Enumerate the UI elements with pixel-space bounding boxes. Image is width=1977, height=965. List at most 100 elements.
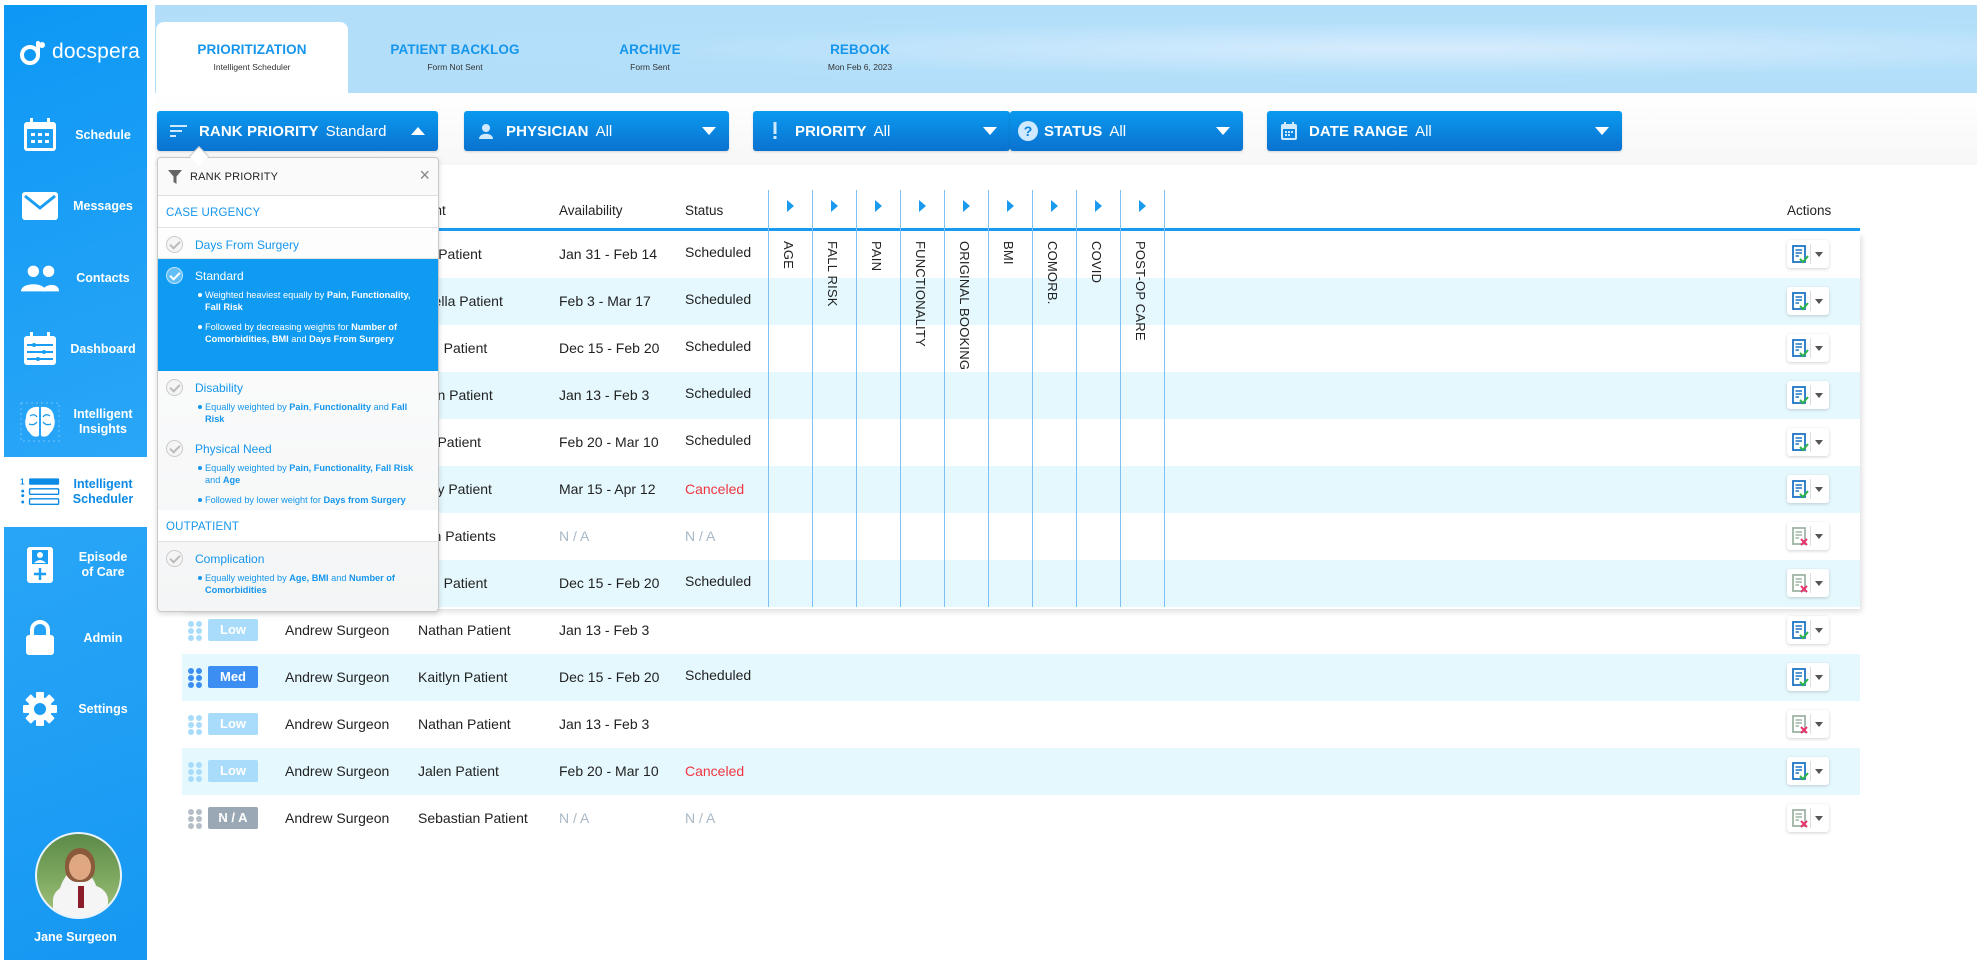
caret-down-icon[interactable] xyxy=(1815,299,1823,304)
tab-rebook[interactable]: REBOOK Mon Feb 6, 2023 xyxy=(780,22,940,93)
caret-right-icon xyxy=(963,200,970,212)
date-range-filter[interactable]: DATE RANGE All xyxy=(1267,111,1622,151)
criteria-expand-toggle[interactable] xyxy=(1120,190,1164,231)
tab-archive[interactable]: ARCHIVE Form Sent xyxy=(570,22,730,93)
patient-cell[interactable]: Nathan Patient xyxy=(418,622,511,638)
option-name: Physical Need xyxy=(195,442,272,456)
criteria-expand-toggle[interactable] xyxy=(944,190,988,231)
table-row[interactable]: Low Andrew Surgeon Nathan Patient Jan 13 - … xyxy=(182,607,1860,654)
filter-value: All xyxy=(1109,122,1127,140)
table-row[interactable]: Med Andrew Surgeon Kaitlyn Patient Dec 15 -… xyxy=(182,654,1860,701)
drag-handle-icon[interactable] xyxy=(188,621,204,641)
sidebar-item-settings[interactable]: Settings xyxy=(4,674,147,744)
caret-down-icon xyxy=(1216,127,1230,135)
row-actions-button[interactable] xyxy=(1787,710,1829,738)
priority-filter[interactable]: PRIORITY All xyxy=(753,111,1010,151)
form-sent-icon xyxy=(1792,292,1809,311)
sidebar-item-contacts[interactable]: Contacts xyxy=(4,243,147,313)
caret-down-icon[interactable] xyxy=(1815,675,1823,680)
sidebar-item-intelligent-insights[interactable]: Intelligent Insights xyxy=(4,387,147,457)
caret-down-icon[interactable] xyxy=(1815,722,1823,727)
close-icon[interactable]: × xyxy=(419,166,430,184)
caret-down-icon[interactable] xyxy=(1815,628,1823,633)
row-actions-button[interactable] xyxy=(1787,381,1829,409)
caret-down-icon[interactable] xyxy=(1815,346,1823,351)
row-actions-button[interactable] xyxy=(1787,475,1829,503)
criteria-expand-toggle[interactable] xyxy=(1076,190,1120,231)
sidebar-item-schedule[interactable]: Schedule xyxy=(4,100,147,170)
criteria-expand-toggle[interactable] xyxy=(1032,190,1076,231)
caret-down-icon[interactable] xyxy=(1815,487,1823,492)
brain-icon xyxy=(20,402,60,442)
patient-cell[interactable]: Nathan Patient xyxy=(418,716,511,732)
rank-option-physical-need[interactable]: Physical Need Equally weighted by Pain, F… xyxy=(158,432,438,510)
criteria-label: FUNCTIONALITY xyxy=(913,241,928,347)
sidebar-item-admin[interactable]: Admin xyxy=(4,603,147,673)
divider xyxy=(1810,479,1811,499)
sidebar-item-dashboard[interactable]: Dashboard xyxy=(4,314,147,384)
sidebar-item-messages[interactable]: Messages xyxy=(4,171,147,241)
caret-down-icon[interactable] xyxy=(1815,769,1823,774)
patient-cell[interactable]: Sebastian Patient xyxy=(418,810,528,826)
criteria-expand-toggle[interactable] xyxy=(768,190,812,231)
row-actions-button[interactable] xyxy=(1787,334,1829,362)
availability-cell: Feb 20 - Mar 10 xyxy=(559,763,659,779)
status-filter[interactable]: ? STATUS All xyxy=(1010,111,1243,151)
caret-down-icon[interactable] xyxy=(1815,581,1823,586)
tab-patient-backlog[interactable]: PATIENT BACKLOG Form Not Sent xyxy=(355,22,555,93)
physician-filter[interactable]: PHYSICIAN All xyxy=(464,111,729,151)
sidebar-item-intelligent-scheduler[interactable]: 1 Intelligent Scheduler xyxy=(4,457,147,527)
rank-option-disability[interactable]: Disability Equally weighted by Pain, Func… xyxy=(158,371,438,432)
caret-down-icon[interactable] xyxy=(1815,440,1823,445)
row-actions-button[interactable] xyxy=(1787,287,1829,315)
rank-priority-filter[interactable]: RANK PRIORITY Standard xyxy=(157,111,438,151)
caret-down-icon[interactable] xyxy=(1815,816,1823,821)
row-actions-button[interactable] xyxy=(1787,240,1829,268)
form-sent-icon xyxy=(1792,339,1809,358)
row-actions-button[interactable] xyxy=(1787,569,1829,597)
calendar-icon xyxy=(1279,121,1299,141)
row-actions-button[interactable] xyxy=(1787,757,1829,785)
caret-down-icon[interactable] xyxy=(1815,393,1823,398)
form-sent-icon xyxy=(1792,668,1809,687)
row-actions-button[interactable] xyxy=(1787,522,1829,550)
rank-option-standard[interactable]: Standard Weighted heaviest equally by Pai… xyxy=(158,259,438,371)
patient-cell[interactable]: Jalen Patient xyxy=(418,763,499,779)
caret-right-icon xyxy=(787,200,794,212)
column-header-availability[interactable]: Availability xyxy=(559,203,623,218)
table-row[interactable]: Low Andrew Surgeon Jalen Patient Feb 20 - M… xyxy=(182,748,1860,795)
row-actions-button[interactable] xyxy=(1787,616,1829,644)
sidebar-item-label: Contacts xyxy=(76,270,130,285)
availability-cell: Dec 15 - Feb 20 xyxy=(559,669,660,685)
criteria-expand-toggle[interactable] xyxy=(900,190,944,231)
criteria-expand-toggle[interactable] xyxy=(812,190,856,231)
filter-value: All xyxy=(1415,122,1432,140)
table-row[interactable]: Low Andrew Surgeon Nathan Patient Jan 13 - … xyxy=(182,701,1860,748)
tab-prioritization[interactable]: PRIORITIZATION Intelligent Scheduler xyxy=(156,22,348,98)
row-actions-button[interactable] xyxy=(1787,663,1829,691)
caret-down-icon[interactable] xyxy=(1815,534,1823,539)
row-actions-button[interactable] xyxy=(1787,804,1829,832)
caret-down-icon[interactable] xyxy=(1815,252,1823,257)
drag-handle-icon[interactable] xyxy=(188,715,204,735)
column-header-status[interactable]: Status xyxy=(685,203,723,218)
patient-cell[interactable]: Kaitlyn Patient xyxy=(418,669,508,685)
criteria-column: PAIN xyxy=(856,231,900,607)
table-row[interactable]: N / A Andrew Surgeon Sebastian Patient N / … xyxy=(182,795,1860,842)
availability-cell: N / A xyxy=(559,528,590,544)
rank-option-days-from-surgery[interactable]: Days From Surgery xyxy=(158,228,438,259)
avatar[interactable] xyxy=(35,832,122,919)
drag-handle-icon[interactable] xyxy=(188,762,204,782)
divider xyxy=(1810,808,1811,828)
criteria-expand-toggle[interactable] xyxy=(856,190,900,231)
sidebar-item-episode-of-care[interactable]: Episode of Care xyxy=(4,530,147,600)
drag-handle-icon[interactable] xyxy=(188,809,204,829)
criteria-divider xyxy=(1164,231,1165,607)
availability-cell: N / A xyxy=(559,810,590,826)
row-actions-button[interactable] xyxy=(1787,428,1829,456)
rank-option-complication[interactable]: Complication Equally weighted by Age, BMI… xyxy=(158,542,438,608)
people-icon xyxy=(20,258,60,298)
logo[interactable]: docspera xyxy=(18,37,140,67)
drag-handle-icon[interactable] xyxy=(188,668,204,688)
criteria-expand-toggle[interactable] xyxy=(988,190,1032,231)
